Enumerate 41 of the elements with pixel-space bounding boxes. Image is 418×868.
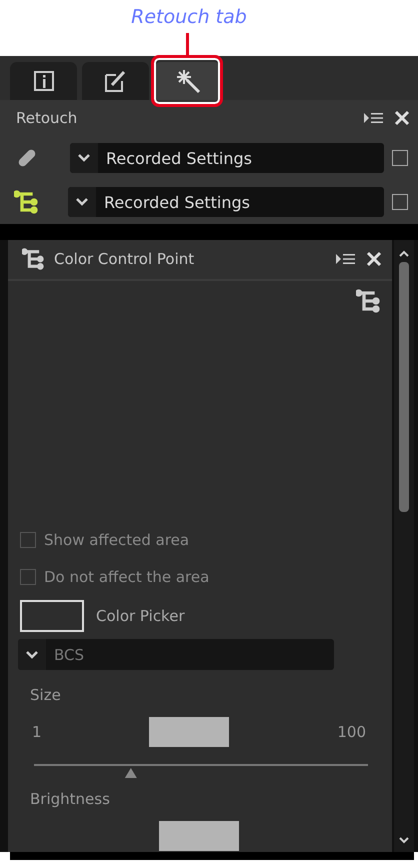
checkbox-label: Show affected area bbox=[44, 530, 190, 549]
leader-line bbox=[186, 33, 189, 57]
checkbox[interactable] bbox=[392, 150, 408, 166]
mode-dropdown[interactable]: BCS bbox=[18, 639, 334, 670]
value-field[interactable] bbox=[159, 821, 239, 852]
max-value: 100 bbox=[337, 723, 366, 742]
callout-frame bbox=[151, 55, 223, 107]
panel-title: Color Control Point bbox=[54, 250, 196, 268]
chevron-icon bbox=[75, 197, 89, 207]
chevron-icon bbox=[25, 650, 39, 660]
panel-tab[interactable] bbox=[154, 62, 221, 100]
slider-label: Brightness bbox=[29, 790, 111, 810]
tree-icon bbox=[14, 190, 38, 214]
chevron-icon bbox=[77, 153, 91, 163]
tree-icon bbox=[356, 288, 380, 313]
slider-thumb[interactable] bbox=[124, 768, 137, 778]
checkbox-label: Do not affect the area bbox=[44, 568, 210, 586]
slider-label: Size bbox=[29, 686, 62, 706]
checkbox[interactable] bbox=[20, 532, 36, 548]
color-picker-label: Color Picker bbox=[96, 606, 185, 625]
value-field[interactable] bbox=[149, 717, 230, 748]
info-icon bbox=[32, 70, 54, 92]
close-icon bbox=[394, 110, 410, 126]
tree-icon bbox=[22, 248, 44, 270]
menu-icon bbox=[336, 252, 356, 266]
settings-dropdown[interactable]: Recorded Settings bbox=[68, 187, 384, 217]
panel-title: Retouch bbox=[16, 109, 78, 127]
scrollbar[interactable] bbox=[394, 240, 414, 852]
callout-label: Retouch tab bbox=[131, 6, 247, 30]
panel-tab[interactable] bbox=[82, 62, 149, 100]
pencil-box-icon bbox=[104, 69, 128, 93]
settings-dropdown[interactable]: Recorded Settings bbox=[70, 143, 384, 173]
checkbox[interactable] bbox=[392, 194, 408, 210]
checkbox[interactable] bbox=[20, 569, 36, 586]
menu-icon bbox=[364, 111, 384, 125]
panel-tab[interactable] bbox=[10, 62, 77, 100]
close-icon bbox=[366, 251, 382, 268]
min-value: 1 bbox=[32, 723, 42, 742]
magic-wand-icon bbox=[174, 68, 200, 94]
scroll-thumb[interactable] bbox=[399, 262, 409, 512]
color-swatch[interactable] bbox=[20, 600, 84, 632]
